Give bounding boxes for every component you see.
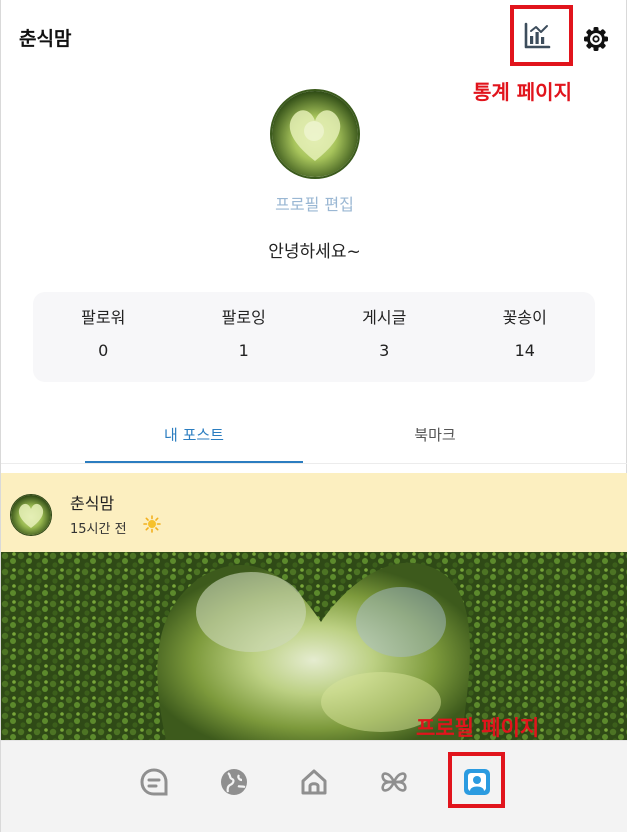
stat-label: 게시글	[362, 308, 407, 327]
stat-posts[interactable]: 게시글 3	[314, 292, 455, 382]
nav-explore[interactable]	[217, 765, 251, 799]
nav-flower[interactable]	[377, 765, 411, 799]
stats-highlight-box	[510, 5, 573, 66]
gear-icon	[584, 27, 608, 51]
profile-page: 춘식맘 통계 페이지 프로필 편집 안녕하세요~ 팔로워 0 팔로잉 1 게시글…	[0, 0, 627, 832]
tab-bookmarks[interactable]: 북마크	[321, 424, 549, 463]
post-header[interactable]: 춘식맘 15시간 전	[1, 473, 627, 552]
page-title: 춘식맘	[19, 28, 72, 50]
profile-highlight-box	[448, 752, 505, 808]
profile-edit-link[interactable]: 프로필 편집	[1, 191, 627, 215]
stat-label: 팔로잉	[221, 308, 266, 327]
home-icon	[301, 769, 327, 795]
nav-home[interactable]	[297, 765, 331, 799]
flower-icon	[381, 772, 407, 792]
sun-icon	[143, 515, 161, 533]
profile-bio: 안녕하세요~	[268, 242, 361, 262]
stat-flowers[interactable]: 꽃송이 14	[455, 292, 596, 382]
tab-my-posts[interactable]: 내 포스트	[85, 424, 303, 463]
nav-chat[interactable]	[137, 765, 171, 799]
bottom-navigation	[1, 740, 627, 832]
globe-icon	[221, 769, 247, 795]
stat-followers[interactable]: 팔로워 0	[33, 292, 174, 382]
settings-button[interactable]	[579, 22, 613, 56]
profile-page-annotation: 프로필 페이지	[416, 716, 540, 740]
stat-value: 0	[98, 341, 109, 360]
stat-label: 팔로워	[81, 308, 126, 327]
post-author-name[interactable]: 춘식맘	[70, 490, 114, 514]
post-author-avatar[interactable]	[10, 494, 52, 536]
stat-label: 꽃송이	[502, 308, 547, 327]
post-timestamp: 15시간 전	[70, 522, 127, 537]
stat-following[interactable]: 팔로잉 1	[174, 292, 315, 382]
stat-value: 3	[379, 341, 390, 360]
profile-stats-card: 팔로워 0 팔로잉 1 게시글 3 꽃송이 14	[33, 292, 595, 382]
stat-value: 14	[514, 341, 535, 360]
tab-divider	[1, 463, 627, 464]
stat-value: 1	[238, 341, 249, 360]
profile-avatar[interactable]	[270, 89, 360, 179]
stats-page-annotation: 통계 페이지	[473, 80, 572, 104]
chat-icon	[140, 768, 168, 796]
